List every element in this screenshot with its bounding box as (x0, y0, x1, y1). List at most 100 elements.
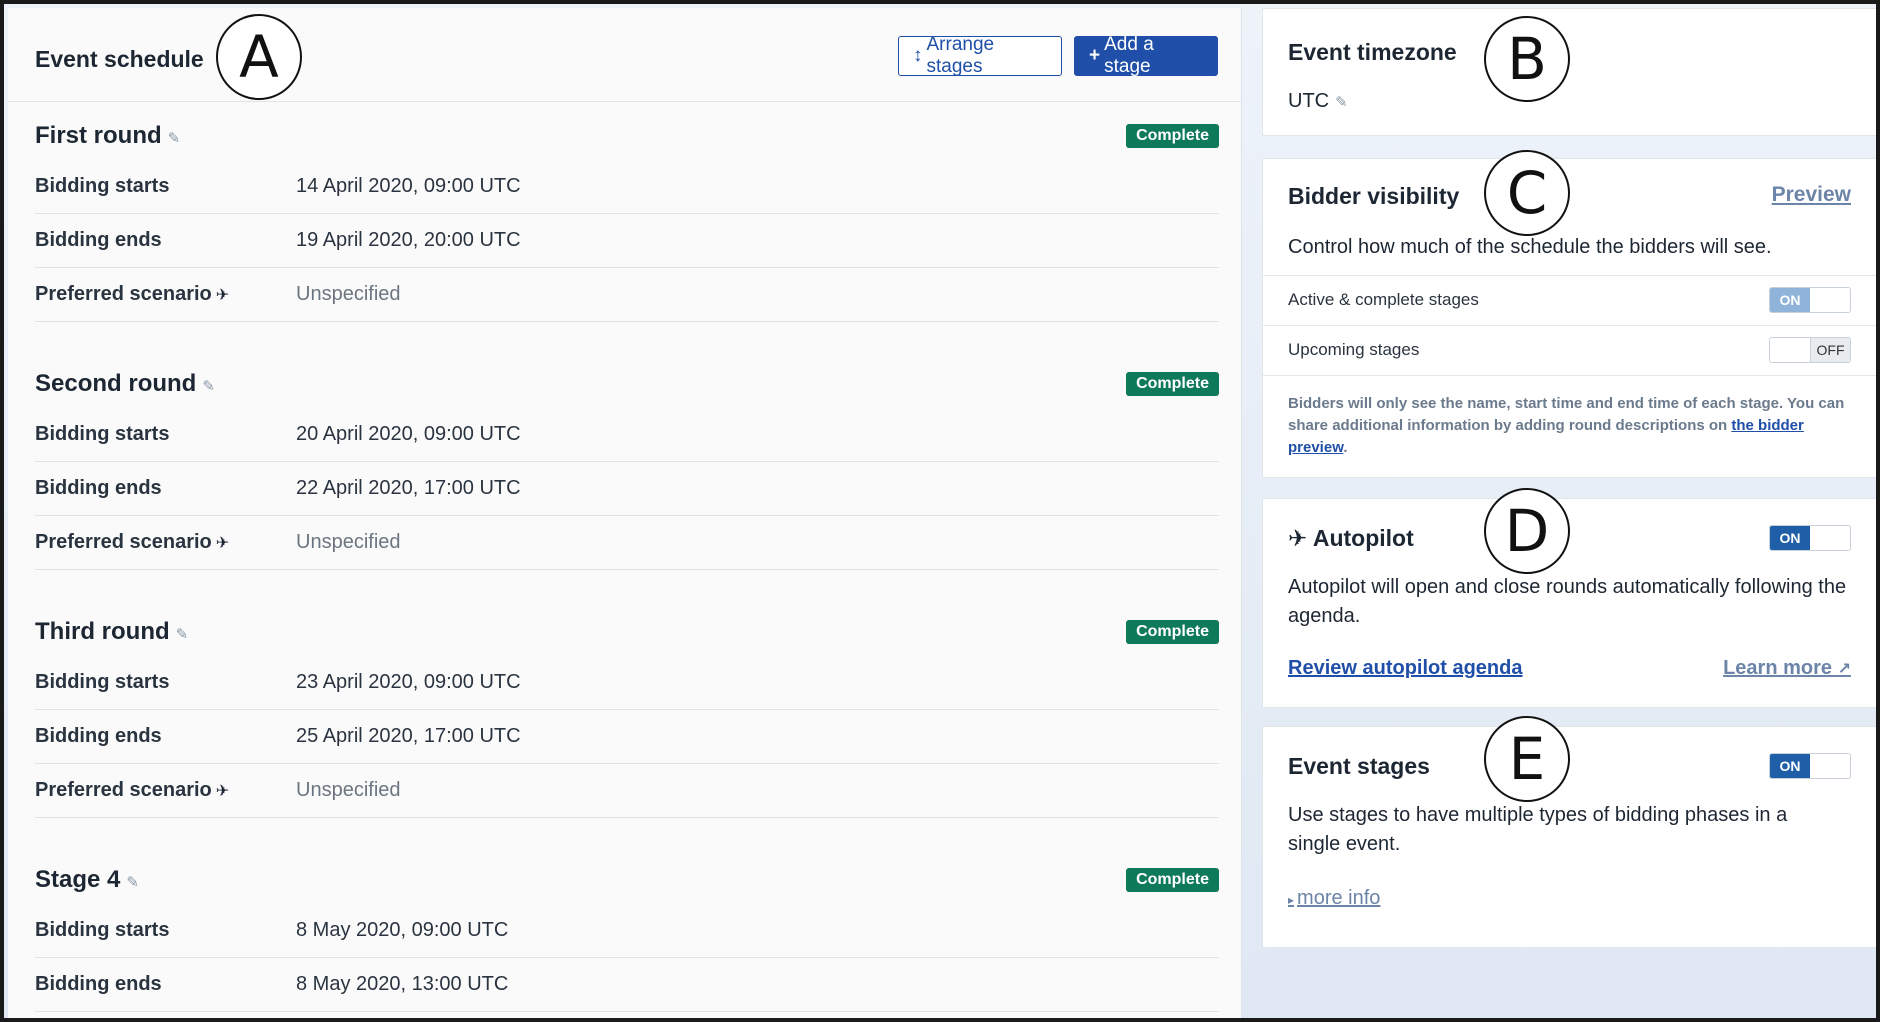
review-agenda-link[interactable]: Review autopilot agenda (1288, 657, 1522, 680)
event-stages-title: Event stages (1288, 753, 1430, 779)
caret-right-icon: ▸ (1288, 893, 1295, 907)
row-label: Bidding ends (35, 973, 162, 995)
timezone-title: Event timezone (1288, 39, 1457, 65)
row-label: Preferred scenario ✈ (35, 779, 229, 802)
airplane-icon: ✈ (215, 535, 230, 552)
preview-link[interactable]: Preview (1772, 183, 1851, 207)
learn-more-link[interactable]: Learn more ↗ (1723, 657, 1851, 680)
add-stage-button[interactable]: + Add a stage (1074, 34, 1218, 77)
row-label-text: Preferred scenario (35, 779, 212, 801)
more-info-link[interactable]: ▸ more info (1288, 887, 1380, 910)
timezone-value[interactable]: UTC ✎ (1288, 87, 1348, 117)
row-label: Bidding starts (35, 919, 170, 941)
toggle-state: ON (1770, 754, 1810, 778)
toggle-state: ON (1770, 526, 1810, 550)
row-label: Bidding starts (35, 423, 170, 445)
row-label: Bidding starts (35, 175, 170, 197)
plus-icon: + (1089, 45, 1101, 66)
schedule-header: Event schedule ↕ Arrange stages + Add a … (8, 8, 1241, 102)
stage-block: Stage 4 ✎ Complete Bidding starts 8 May 2… (35, 848, 1219, 1012)
stage-header: Third round ✎ Complete (35, 600, 1219, 656)
upcoming-stages-toggle[interactable]: OFF (1769, 337, 1851, 363)
status-badge: Complete (1126, 124, 1219, 148)
arrange-icon: ↕ (913, 45, 923, 66)
autopilot-title: ✈ Autopilot (1288, 525, 1414, 552)
row-value: 25 April 2020, 17:00 UTC (296, 725, 521, 747)
status-badge: Complete (1126, 868, 1219, 892)
edit-icon[interactable]: ✎ (1335, 88, 1348, 117)
row-label: Preferred scenario ✈ (35, 283, 229, 306)
row-value: 8 May 2020, 09:00 UTC (296, 919, 509, 941)
table-row: Bidding starts 14 April 2020, 09:00 UTC (35, 160, 1219, 214)
row-label-text: Preferred scenario (35, 531, 212, 553)
status-badge: Complete (1126, 372, 1219, 396)
stage-block: First round ✎ Complete Bidding starts 14 … (35, 104, 1219, 322)
row-value: Unspecified (296, 531, 401, 553)
row-label: Preferred scenario ✈ (35, 531, 229, 554)
table-row: Preferred scenario ✈ Unspecified (35, 268, 1219, 322)
edit-icon[interactable]: ✎ (168, 129, 181, 147)
event-stages-card: Event stages ON Use stages to have multi… (1262, 726, 1876, 948)
learn-more-label: Learn more (1723, 657, 1833, 679)
row-value: 20 April 2020, 09:00 UTC (296, 423, 521, 445)
row-label-text: Preferred scenario (35, 283, 212, 305)
stage-name: Third round ✎ (35, 618, 188, 646)
annotation-marker-c: C (1484, 150, 1570, 236)
autopilot-toggle[interactable]: ON (1769, 525, 1851, 551)
stage-header: Stage 4 ✎ Complete (35, 848, 1219, 904)
external-link-icon: ↗ (1837, 661, 1851, 678)
schedule-title: Event schedule (35, 46, 204, 72)
row-value: 8 May 2020, 13:00 UTC (296, 973, 509, 995)
stage-header: First round ✎ Complete (35, 104, 1219, 160)
row-label: Bidding ends (35, 725, 162, 747)
row-label: Bidding ends (35, 229, 162, 251)
row-value: 23 April 2020, 09:00 UTC (296, 671, 521, 693)
edit-icon[interactable]: ✎ (126, 873, 139, 891)
stage-block: Third round ✎ Complete Bidding starts 23 … (35, 600, 1219, 818)
edit-icon[interactable]: ✎ (176, 625, 189, 643)
annotation-marker-e: E (1484, 716, 1570, 802)
active-stages-label: Active & complete stages (1288, 290, 1479, 309)
stage-name: Second round ✎ (35, 370, 215, 398)
add-stage-label: Add a stage (1104, 34, 1154, 77)
event-schedule-panel: Event schedule ↕ Arrange stages + Add a … (8, 8, 1242, 1018)
table-row: Bidding ends 19 April 2020, 20:00 UTC (35, 214, 1219, 268)
active-stages-row: Active & complete stages ON (1263, 275, 1876, 325)
table-row: Bidding starts 23 April 2020, 09:00 UTC (35, 656, 1219, 710)
stage-name-text: First round (35, 122, 162, 149)
annotation-marker-d: D (1484, 488, 1570, 574)
upcoming-stages-row: Upcoming stages OFF (1263, 325, 1876, 375)
screen-frame: Event schedule ↕ Arrange stages + Add a … (0, 0, 1880, 1022)
table-row: Bidding ends 25 April 2020, 17:00 UTC (35, 710, 1219, 764)
autopilot-card: ✈ Autopilot ON Autopilot will open and c… (1262, 498, 1876, 708)
toggle-state: ON (1770, 288, 1810, 312)
row-value: 19 April 2020, 20:00 UTC (296, 229, 521, 251)
table-row: Bidding ends 8 May 2020, 13:00 UTC (35, 958, 1219, 1012)
stage-name: First round ✎ (35, 122, 180, 150)
stage-name-text: Stage 4 (35, 866, 121, 893)
annotation-marker-a: A (216, 14, 302, 100)
toggle-state: OFF (1810, 338, 1850, 362)
table-row: Preferred scenario ✈ Unspecified (35, 516, 1219, 570)
table-row: Bidding starts 20 April 2020, 09:00 UTC (35, 408, 1219, 462)
autopilot-title-text: Autopilot (1312, 525, 1414, 551)
airplane-icon: ✈ (215, 783, 230, 800)
more-info-label: more info (1297, 887, 1381, 909)
stage-name-text: Second round (35, 370, 197, 397)
arrange-stages-button[interactable]: ↕ Arrange stages (898, 34, 1062, 77)
visibility-description: Control how much of the schedule the bid… (1288, 236, 1772, 258)
airplane-icon: ✈ (1288, 525, 1308, 551)
note-end: . (1343, 439, 1348, 456)
event-stages-description: Use stages to have multiple types of bid… (1288, 804, 1788, 855)
active-stages-toggle[interactable]: ON (1769, 287, 1851, 313)
bidder-visibility-card: Bidder visibility Preview Control how mu… (1262, 158, 1876, 478)
airplane-icon: ✈ (215, 287, 230, 304)
timezone-value-text: UTC (1288, 90, 1330, 112)
upcoming-stages-label: Upcoming stages (1288, 340, 1420, 359)
event-stages-toggle[interactable]: ON (1769, 753, 1851, 779)
row-value: 14 April 2020, 09:00 UTC (296, 175, 521, 197)
edit-icon[interactable]: ✎ (202, 377, 215, 395)
timezone-card: Event timezone UTC ✎ (1262, 8, 1876, 136)
divider (1263, 375, 1876, 376)
status-badge: Complete (1126, 620, 1219, 644)
